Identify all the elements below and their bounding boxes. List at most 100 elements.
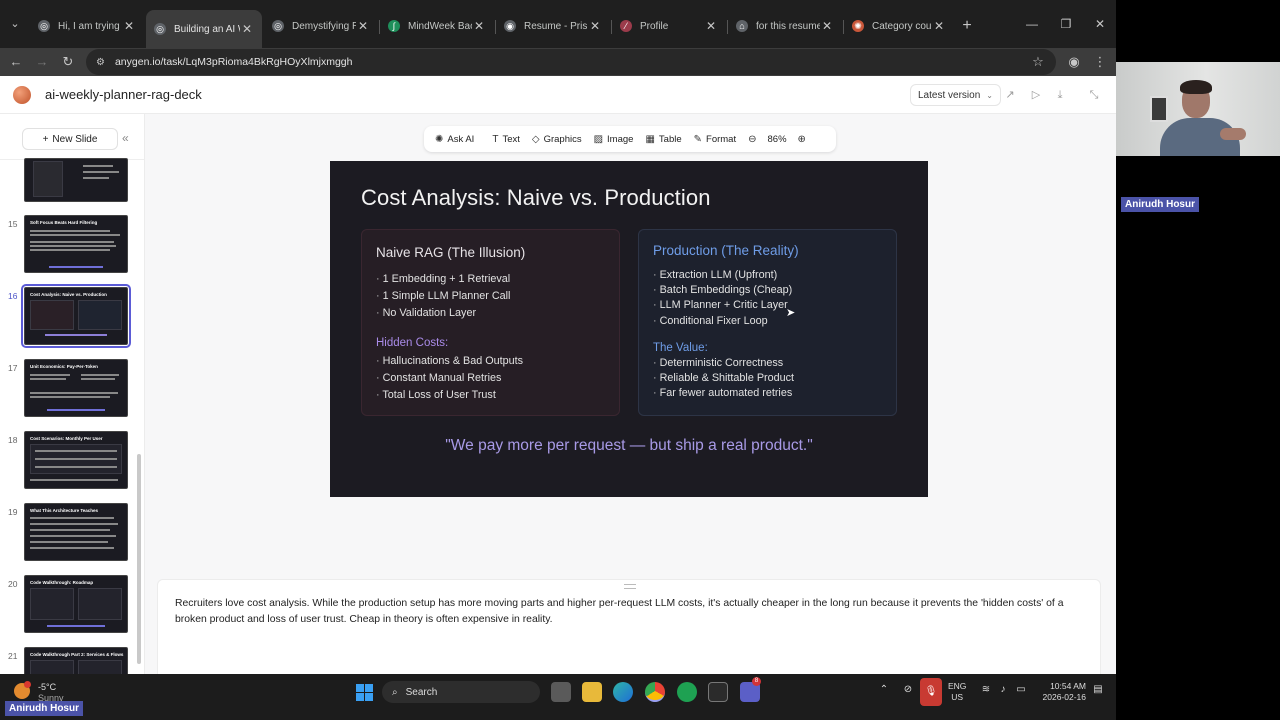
windows-start-icon[interactable] <box>356 684 373 701</box>
document-title[interactable]: ai-weekly-planner-rag-deck <box>45 87 202 102</box>
teams-icon[interactable]: 8 <box>740 677 761 702</box>
image-button[interactable]: ▨ Image <box>589 129 639 149</box>
close-tab-icon[interactable]: ✕ <box>122 19 136 33</box>
file-explorer-icon[interactable] <box>582 682 602 702</box>
slide-thumbnail[interactable]: Code Walkthrough Part 2: Services & Flow… <box>24 647 128 674</box>
chrome-browser-icon[interactable] <box>645 682 665 702</box>
browser-tab-4[interactable]: ∫ MindWeek Back ✕ <box>380 13 494 39</box>
naive-rag-card[interactable]: Naive RAG (The Illusion) 1 Embedding + 1… <box>361 229 620 416</box>
zoom-in-button[interactable]: ⊕ <box>793 129 811 149</box>
tray-expand-icon[interactable]: ⌃ <box>876 684 892 695</box>
microphone-active-icon[interactable]: 🎙 <box>920 678 942 706</box>
close-tab-icon[interactable]: ✕ <box>704 19 718 33</box>
version-label: Latest version <box>918 89 981 101</box>
battery-icon[interactable]: ▭ <box>1013 684 1029 695</box>
slide-thumbnail-item[interactable]: 18 Cost Scenarios: Monthly Per User <box>0 431 140 493</box>
browser-tab-1[interactable]: ◎ Hi, I am trying to ✕ <box>30 13 144 39</box>
taskbar-search[interactable]: ⌕ Search <box>382 681 540 703</box>
slide-thumbnail-item[interactable] <box>0 156 140 218</box>
slide-number: 19 <box>8 507 18 517</box>
minimize-icon[interactable]: — <box>1022 17 1042 31</box>
browser-tab-active[interactable]: ◎ Building an AI W ✕ <box>146 10 262 48</box>
slide-thumbnail[interactable]: Unit Economics: Pay-Per-Token <box>24 359 128 417</box>
slide-thumbnail-item[interactable]: 21 Code Walkthrough Part 2: Services & F… <box>0 647 140 674</box>
slide-thumbnail-item[interactable]: 17 Unit Economics: Pay-Per-Token <box>0 359 140 421</box>
slide-quote[interactable]: "We pay more per request — but ship a re… <box>330 437 928 455</box>
edge-browser-icon[interactable] <box>613 682 633 702</box>
system-clock[interactable]: 10:54 AM 2026-02-16 <box>1036 681 1086 703</box>
slide-thumbnail-title: Unit Economics: Pay-Per-Token <box>30 364 98 369</box>
sidebar-scrollbar[interactable] <box>137 454 141 664</box>
tab-favicon-icon: ✺ <box>852 20 864 32</box>
speaker-notes-text[interactable]: Recruiters love cost analysis. While the… <box>175 596 1075 627</box>
list-item: Extraction LLM (Upfront) <box>653 269 792 284</box>
volume-icon[interactable]: ♪ <box>995 684 1011 695</box>
version-dropdown[interactable]: Latest version ⌄ <box>910 84 1001 106</box>
speaker-notes-panel[interactable]: Recruiters love cost analysis. While the… <box>157 579 1101 679</box>
slide-thumbnail[interactable]: Cost Analysis: Naive vs. Production <box>21 284 131 348</box>
back-icon[interactable]: ← <box>6 52 26 72</box>
ask-ai-button[interactable]: ✺ Ask AI <box>430 129 479 149</box>
task-view-icon[interactable] <box>551 682 571 702</box>
zoom-out-icon: ⊖ <box>748 133 757 145</box>
present-play-icon[interactable]: ▷ <box>1028 87 1044 103</box>
language-indicator[interactable]: ENG US <box>948 681 966 703</box>
browser-tab-6[interactable]: ⁄ Profile ✕ <box>612 13 726 39</box>
zoom-out-button[interactable]: ⊖ <box>743 129 761 149</box>
table-button[interactable]: ▦ Table <box>640 129 686 149</box>
close-tab-icon[interactable]: ✕ <box>820 19 834 33</box>
collapse-sidebar-icon[interactable]: « <box>122 131 129 145</box>
close-window-icon[interactable]: ✕ <box>1090 17 1110 31</box>
close-tab-icon[interactable]: ✕ <box>472 19 486 33</box>
format-button[interactable]: ✎ Format <box>689 129 741 149</box>
close-tab-icon[interactable]: ✕ <box>356 19 370 33</box>
browser-tab-7[interactable]: ⌂ for this resume ✕ <box>728 13 842 39</box>
slide-canvas[interactable]: Cost Analysis: Naive vs. Production Naiv… <box>330 161 928 497</box>
slide-title[interactable]: Cost Analysis: Naive vs. Production <box>361 185 711 211</box>
zoom-level[interactable]: 86% <box>764 134 791 145</box>
browser-tab-3[interactable]: ◎ Demystifying RA ✕ <box>264 13 378 39</box>
camera-off-icon[interactable]: ⊘ <box>900 684 916 695</box>
graphics-button[interactable]: ◇ Graphics <box>527 129 587 149</box>
collapse-panel-icon[interactable]: ⤡ <box>1086 87 1102 103</box>
new-tab-icon[interactable]: + <box>958 17 976 35</box>
close-tab-icon[interactable]: ✕ <box>932 19 946 33</box>
resize-handle-icon[interactable] <box>624 584 636 589</box>
forward-icon[interactable]: → <box>32 52 52 72</box>
slide-thumbnail-item[interactable]: 20 Code Walkthrough: Roadmap <box>0 575 140 637</box>
slide-thumbnail[interactable]: Soft Focus Beats Hard Filtering <box>24 215 128 273</box>
slide-thumbnail[interactable]: Code Walkthrough: Roadmap <box>24 575 128 633</box>
close-tab-icon[interactable]: ✕ <box>588 19 602 33</box>
notifications-icon[interactable]: ▤ <box>1090 684 1106 695</box>
browser-tab-5[interactable]: ◉ Resume - Prism ✕ <box>496 13 610 39</box>
slide-thumbnail[interactable]: Cost Scenarios: Monthly Per User <box>24 431 128 489</box>
download-icon[interactable]: ⤓ <box>1052 87 1068 103</box>
slide-thumbnail-item[interactable]: 19 What This Architecture Teaches <box>0 503 140 565</box>
weather-sun-icon[interactable] <box>14 681 31 699</box>
reload-icon[interactable]: ↻ <box>58 52 78 72</box>
restore-icon[interactable]: ❐ <box>1056 17 1076 31</box>
tab-search-icon[interactable]: ⌄ <box>6 15 24 33</box>
site-info-icon[interactable]: ⚙ <box>96 57 105 68</box>
slide-thumbnail-item-active[interactable]: 16 Cost Analysis: Naive vs. Production <box>0 284 140 349</box>
whatsapp-icon[interactable] <box>677 682 697 702</box>
browser-tab-8[interactable]: ✺ Category count ✕ <box>844 13 954 39</box>
slide-thumbnail[interactable]: What This Architecture Teaches <box>24 503 128 561</box>
url-field[interactable]: ⚙ anygen.io/task/LqM3pRioma4BkRgHOyXlmjx… <box>86 49 1056 75</box>
production-card[interactable]: Production (The Reality) Extraction LLM … <box>638 229 897 416</box>
app-logo-icon[interactable] <box>13 86 31 104</box>
text-button[interactable]: T Text <box>487 129 525 149</box>
close-tab-icon[interactable]: ✕ <box>240 22 254 36</box>
wifi-icon[interactable]: ≋ <box>978 684 994 695</box>
terminal-icon[interactable] <box>708 682 728 702</box>
share-icon[interactable]: ↗ <box>1002 87 1018 103</box>
slide-thumbnail-item[interactable]: 15 Soft Focus Beats Hard Filtering <box>0 215 140 277</box>
text-label: Text <box>502 133 520 145</box>
bookmark-star-icon[interactable]: ☆ <box>1028 52 1048 72</box>
browser-menu-icon[interactable]: ⋮ <box>1090 52 1110 72</box>
slide-thumbnail[interactable] <box>24 158 128 202</box>
new-slide-button[interactable]: + New Slide <box>22 128 118 150</box>
search-icon: ⌕ <box>392 686 398 698</box>
profile-icon[interactable]: ◉ <box>1064 52 1084 72</box>
slide-number: 17 <box>8 363 18 373</box>
